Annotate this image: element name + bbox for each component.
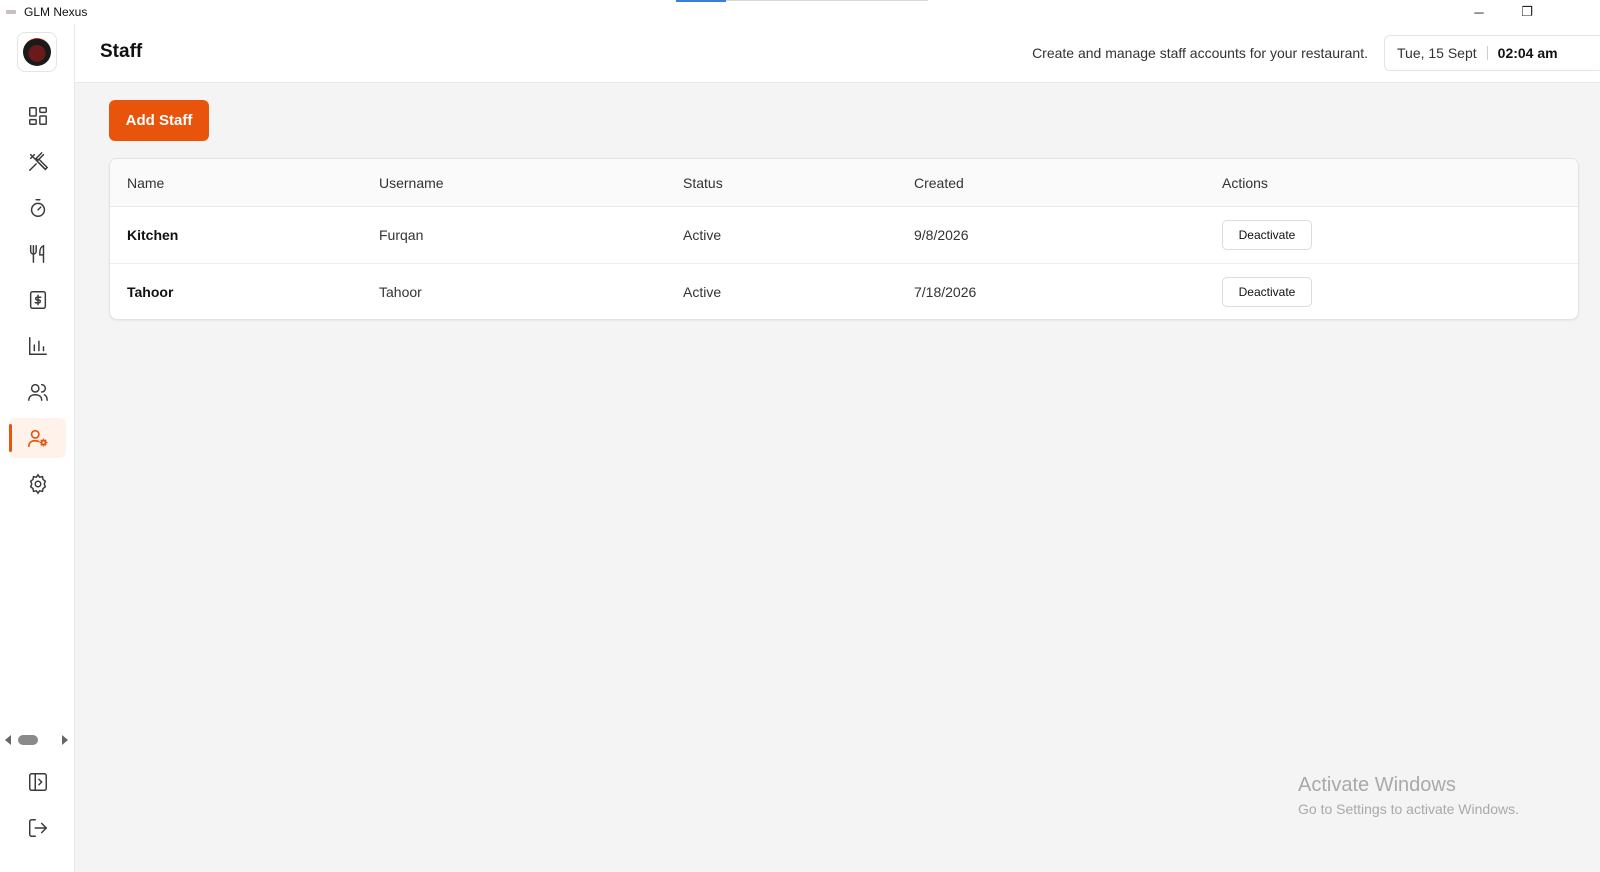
- logout-icon: [28, 819, 47, 837]
- titlebar-accent: [676, 0, 726, 2]
- current-date: Tue, 15 Sept: [1397, 45, 1477, 61]
- page-title: Staff: [100, 41, 143, 62]
- scroll-thumb[interactable]: [18, 735, 38, 745]
- restaurant-logo[interactable]: [17, 32, 57, 72]
- restore-button[interactable]: ❐: [1504, 0, 1550, 24]
- activate-windows-watermark: Activate Windows Go to Settings to activ…: [1298, 774, 1519, 817]
- table-row: Kitchen Furqan Active 9/8/2026 Deactivat…: [110, 207, 1578, 264]
- user-cog-icon: [27, 429, 48, 448]
- main-content: Add Staff Name Username Status Created A…: [75, 83, 1600, 872]
- timer-icon: [30, 199, 45, 217]
- fork-knife-icon: [29, 244, 44, 263]
- scroll-left-icon[interactable]: [5, 735, 11, 745]
- current-time: 02:04 am: [1497, 45, 1558, 61]
- staff-table: Name Username Status Created Actions Kit…: [109, 158, 1579, 320]
- column-header-created: Created: [914, 175, 964, 191]
- scroll-right-icon[interactable]: [62, 735, 68, 745]
- staff-name: Kitchen: [127, 227, 179, 243]
- window-title: GLM Nexus: [24, 5, 88, 19]
- table-row: Tahoor Tahoor Active 7/18/2026 Deactivat…: [110, 263, 1578, 319]
- page-description: Create and manage staff accounts for you…: [1032, 45, 1368, 61]
- deactivate-button[interactable]: Deactivate: [1222, 220, 1312, 250]
- sidebar-toggle-button[interactable]: [9, 762, 66, 802]
- dashboard-icon: [28, 107, 47, 125]
- sidebar-item-reports[interactable]: [9, 326, 66, 366]
- datetime-display: Tue, 15 Sept 02:04 am: [1384, 35, 1600, 71]
- staff-username: Tahoor: [379, 284, 422, 300]
- settings-gear-icon: [29, 473, 46, 495]
- sidebar-item-customers[interactable]: [9, 372, 66, 412]
- sidebar-expand-icon: [28, 773, 47, 791]
- datetime-divider: [1486, 46, 1488, 60]
- sidebar-item-billing[interactable]: [9, 280, 66, 320]
- utensils-crossed-icon: [28, 152, 48, 171]
- dollar-receipt-icon: [29, 291, 46, 309]
- watermark-subtitle: Go to Settings to activate Windows.: [1298, 801, 1519, 817]
- deactivate-button[interactable]: Deactivate: [1222, 277, 1312, 307]
- sidebar: [0, 24, 75, 872]
- logout-button[interactable]: [9, 808, 66, 848]
- logo-image: [23, 38, 51, 66]
- sidebar-item-orders-timer[interactable]: [9, 188, 66, 228]
- staff-created: 9/8/2026: [914, 227, 969, 243]
- watermark-title: Activate Windows: [1298, 774, 1456, 796]
- staff-status: Active: [683, 227, 722, 243]
- staff-status: Active: [683, 284, 722, 300]
- column-header-status: Status: [683, 175, 723, 191]
- sidebar-item-menu[interactable]: [9, 142, 66, 182]
- column-header-username: Username: [379, 175, 444, 191]
- sidebar-horizontal-scrollbar[interactable]: [0, 730, 75, 750]
- sidebar-item-staff[interactable]: [9, 418, 66, 458]
- add-staff-button[interactable]: Add Staff: [109, 100, 209, 141]
- sidebar-item-settings[interactable]: [9, 464, 66, 504]
- staff-name: Tahoor: [127, 284, 174, 300]
- sidebar-item-dashboard[interactable]: [9, 96, 66, 136]
- page-header: Staff Create and manage staff accounts f…: [75, 24, 1600, 83]
- bar-chart-icon: [28, 337, 47, 355]
- staff-username: Furqan: [379, 227, 424, 243]
- column-header-name: Name: [127, 175, 165, 191]
- staff-created: 7/18/2026: [914, 284, 977, 300]
- column-header-actions: Actions: [1222, 175, 1268, 191]
- users-icon: [27, 383, 48, 401]
- sidebar-item-dining[interactable]: [9, 234, 66, 274]
- titlebar-line: [726, 0, 928, 1]
- table-header: Name Username Status Created Actions: [110, 159, 1578, 207]
- window-titlebar: GLM Nexus ─ ❐: [0, 0, 1600, 24]
- app-icon: [4, 7, 18, 17]
- minimize-button[interactable]: ─: [1456, 0, 1502, 24]
